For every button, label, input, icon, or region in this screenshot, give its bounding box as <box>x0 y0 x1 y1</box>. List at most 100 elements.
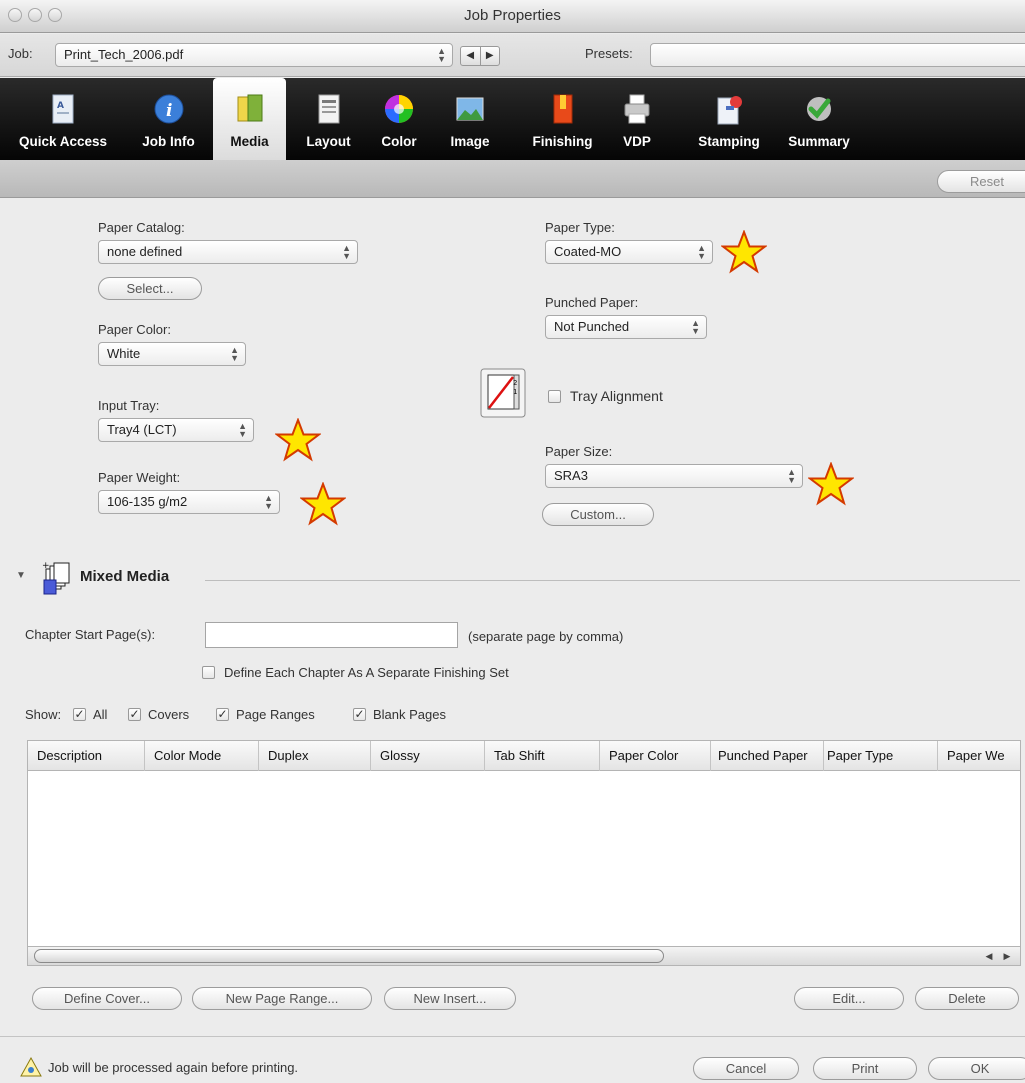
mixed-media-table[interactable]: Description Color Mode Duplex Glossy Tab… <box>27 740 1021 964</box>
column-header-description[interactable]: Description <box>28 741 145 771</box>
new-page-range-button[interactable]: New Page Range... <box>192 987 372 1010</box>
select-button[interactable]: Select... <box>98 277 202 300</box>
tab-layout[interactable]: Layout <box>291 78 366 160</box>
tab-label: VDP <box>623 134 651 149</box>
column-header-duplex[interactable]: Duplex <box>259 741 371 771</box>
column-header-paper-weight[interactable]: Paper We <box>938 741 1022 771</box>
define-each-chapter-label: Define Each Chapter As A Separate Finish… <box>224 665 509 680</box>
tab-summary[interactable]: Summary <box>776 78 862 160</box>
info-icon: i <box>154 94 183 124</box>
show-all-label: All <box>93 707 108 722</box>
column-header-paper-color[interactable]: Paper Color <box>600 741 711 771</box>
tab-vdp[interactable]: VDP <box>612 78 662 160</box>
job-select-value: Print_Tech_2006.pdf <box>64 47 184 62</box>
updown-arrows-icon: ▲ ▼ <box>342 243 351 261</box>
tab-label: Image <box>450 134 490 149</box>
checkmark-icon <box>807 97 831 121</box>
input-tray-value: Tray4 (LCT) <box>107 422 177 437</box>
punched-paper-select[interactable]: Not Punched ▲ ▼ <box>545 315 707 339</box>
input-tray-select[interactable]: Tray4 (LCT) ▲ ▼ <box>98 418 254 442</box>
tab-label: Layout <box>306 134 351 149</box>
show-blank-pages-label: Blank Pages <box>373 707 446 722</box>
tab-label: Stamping <box>698 134 760 149</box>
new-insert-button[interactable]: New Insert... <box>384 987 516 1010</box>
updown-arrows-icon: ▲ ▼ <box>697 243 706 261</box>
star-marker-icon <box>300 482 346 526</box>
ok-button[interactable]: OK <box>928 1057 1025 1080</box>
star-marker-icon <box>275 418 321 462</box>
scroll-right-arrow-icon[interactable]: ▶ <box>998 948 1016 964</box>
tab-quick-access[interactable]: A Quick Access <box>0 78 126 160</box>
scroll-left-arrow-icon[interactable]: ◀ <box>980 948 998 964</box>
job-row: Job: Print_Tech_2006.pdf ▲ ▼ ◀ ▶ Presets: <box>0 34 1025 77</box>
tab-color[interactable]: Color <box>366 78 432 160</box>
star-marker-icon <box>721 230 767 274</box>
presets-label: Presets: <box>585 46 633 61</box>
show-covers-checkbox[interactable]: ✓ <box>128 708 141 721</box>
next-job-arrow-icon[interactable]: ▶ <box>479 47 500 65</box>
column-header-punched-paper[interactable]: Punched Paper <box>711 741 824 771</box>
tab-label: Media <box>230 134 269 149</box>
previous-job-arrow-icon[interactable]: ◀ <box>461 47 480 65</box>
print-button[interactable]: Print <box>813 1057 917 1080</box>
column-header-color-mode[interactable]: Color Mode <box>145 741 259 771</box>
paper-type-value: Coated-MO <box>554 244 622 259</box>
star-marker-icon <box>808 462 854 506</box>
paper-size-label: Paper Size: <box>545 444 613 459</box>
delete-button[interactable]: Delete <box>915 987 1019 1010</box>
disclosure-triangle-icon[interactable]: ▼ <box>16 570 26 581</box>
input-tray-label: Input Tray: <box>98 398 160 413</box>
custom-size-button[interactable]: Custom... <box>542 503 654 526</box>
media-icon <box>237 94 262 122</box>
column-header-tab-shift[interactable]: Tab Shift <box>485 741 600 771</box>
edit-button[interactable]: Edit... <box>794 987 904 1010</box>
svg-text:2: 2 <box>513 379 517 387</box>
paper-catalog-select[interactable]: none defined ▲ ▼ <box>98 240 358 264</box>
tray-alignment-checkbox[interactable] <box>548 390 561 403</box>
svg-text:i: i <box>166 101 172 121</box>
status-message: Job will be processed again before print… <box>48 1060 299 1075</box>
show-blank-pages-checkbox[interactable]: ✓ <box>353 708 366 721</box>
reset-button[interactable]: Reset <box>937 170 1025 193</box>
cancel-button[interactable]: Cancel <box>693 1057 799 1080</box>
show-all-checkbox[interactable]: ✓ <box>73 708 86 721</box>
footer-divider <box>0 1036 1025 1037</box>
printer-icon <box>624 94 650 124</box>
job-nav-buttons[interactable]: ◀ ▶ <box>460 46 500 66</box>
horizontal-scrollbar[interactable]: ◀ ▶ <box>27 946 1021 966</box>
tab-label: Summary <box>788 134 850 149</box>
show-label: Show: <box>25 707 62 722</box>
svg-text:A: A <box>57 101 64 111</box>
scroll-arrows: ◀ ▶ <box>980 948 1016 964</box>
job-select[interactable]: Print_Tech_2006.pdf ▲ ▼ <box>55 43 453 67</box>
define-cover-button[interactable]: Define Cover... <box>32 987 182 1010</box>
tab-finishing[interactable]: Finishing <box>520 78 605 160</box>
presets-select[interactable] <box>650 43 1025 67</box>
updown-arrows-icon: ▲ ▼ <box>437 46 446 64</box>
tab-job-info[interactable]: i Job Info <box>131 78 206 160</box>
show-page-ranges-checkbox[interactable]: ✓ <box>216 708 229 721</box>
title-bar: Job Properties <box>0 0 1025 33</box>
paper-color-label: Paper Color: <box>98 322 171 337</box>
scrollbar-thumb[interactable] <box>34 949 664 963</box>
tab-image[interactable]: Image <box>437 78 503 160</box>
paper-type-select[interactable]: Coated-MO ▲ ▼ <box>545 240 713 264</box>
tab-media[interactable]: Media <box>213 78 286 160</box>
paper-size-select[interactable]: SRA3 ▲ ▼ <box>545 464 803 488</box>
paper-weight-select[interactable]: 106-135 g/m2 ▲ ▼ <box>98 490 280 514</box>
updown-arrows-icon: ▲ ▼ <box>264 493 273 511</box>
table-header: Description Color Mode Duplex Glossy Tab… <box>28 741 1020 771</box>
stamp-icon <box>717 96 742 125</box>
paper-catalog-label: Paper Catalog: <box>98 220 185 235</box>
tray-alignment-label: Tray Alignment <box>570 388 663 404</box>
tab-label: Quick Access <box>18 134 108 149</box>
column-header-glossy[interactable]: Glossy <box>371 741 485 771</box>
updown-arrows-icon: ▲ ▼ <box>787 467 796 485</box>
tab-stamping[interactable]: Stamping <box>688 78 770 160</box>
chapter-start-input[interactable] <box>205 622 458 648</box>
paper-weight-value: 106-135 g/m2 <box>107 494 188 509</box>
column-header-paper-type[interactable]: Paper Type <box>824 741 938 771</box>
define-each-chapter-checkbox[interactable] <box>202 666 215 679</box>
paper-color-select[interactable]: White ▲ ▼ <box>98 342 246 366</box>
svg-text:+: + <box>42 561 50 571</box>
